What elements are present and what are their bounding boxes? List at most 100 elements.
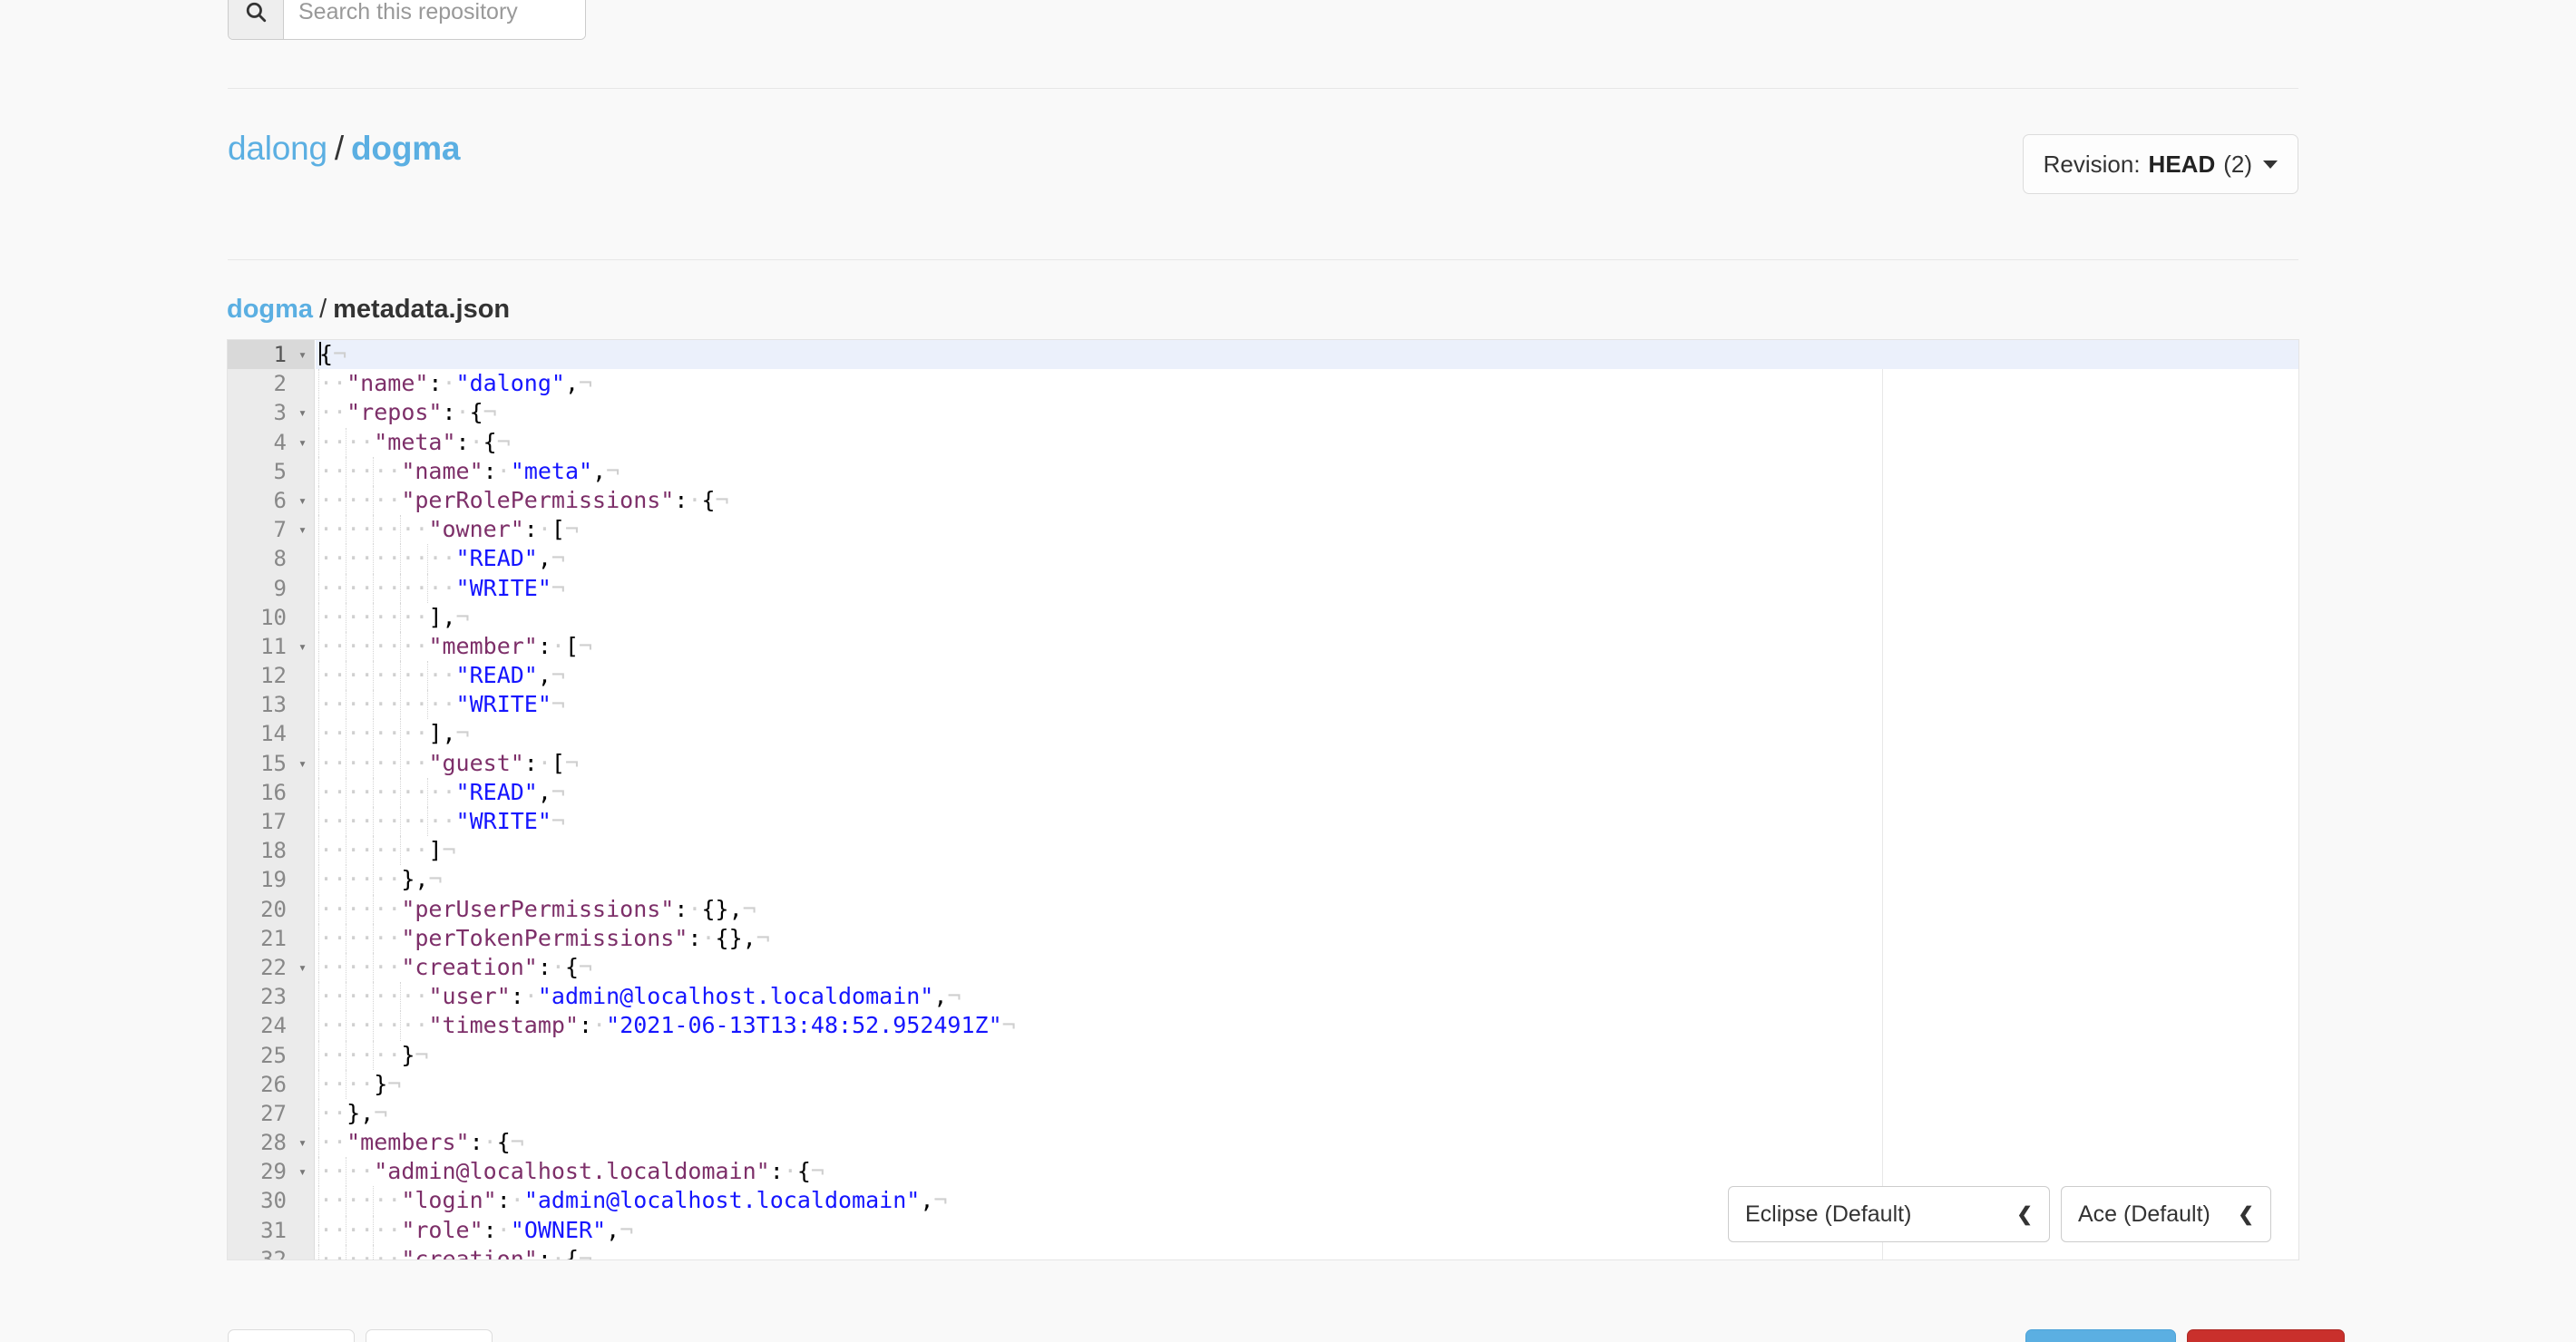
footer-right-buttons	[2025, 1329, 2345, 1342]
gutter-line-number[interactable]: 18	[228, 836, 314, 865]
gutter-line-number[interactable]: 25	[228, 1041, 314, 1070]
code-line[interactable]: ··········"READ",¬	[316, 661, 2298, 691]
gutter-line-number[interactable]: 9	[228, 574, 314, 603]
fold-toggle-icon[interactable]: ▾	[292, 428, 307, 457]
gutter-line-number[interactable]: 2	[228, 369, 314, 398]
gutter-line-number[interactable]: 29 ▾	[228, 1157, 314, 1186]
gutter-line-number[interactable]: 26	[228, 1070, 314, 1099]
gutter-line-number[interactable]: 6 ▾	[228, 486, 314, 515]
gutter-line-number[interactable]: 7 ▾	[228, 515, 314, 544]
gutter-line-number[interactable]: 17	[228, 807, 314, 836]
code-line[interactable]: ······"creation":·{¬	[316, 1244, 2298, 1259]
search-input[interactable]	[284, 0, 585, 39]
save-button[interactable]	[2025, 1329, 2176, 1342]
revision-value: HEAD	[2148, 150, 2216, 178]
code-line[interactable]: ··"repos":·{¬	[316, 398, 2298, 428]
repository-search[interactable]	[228, 0, 586, 40]
footer-button-1[interactable]	[228, 1329, 355, 1342]
code-line[interactable]: ····"meta":·{¬	[316, 427, 2298, 457]
gutter-line-number[interactable]: 14	[228, 719, 314, 748]
code-editor[interactable]: 1 ▾ 2 3 ▾ 4 ▾ 5 6 ▾ 7 ▾ 8 9 10 11 ▾ 12 13 14 15 ▾ 16 17 18 19 20 21…	[227, 339, 2299, 1260]
footer-button-2[interactable]	[366, 1329, 493, 1342]
gutter-line-number[interactable]: 15 ▾	[228, 749, 314, 778]
code-line[interactable]: ········"timestamp":·"2021-06-13T13:48:5…	[316, 1011, 2298, 1041]
fold-toggle-icon[interactable]: ▾	[292, 515, 307, 544]
fold-toggle-icon[interactable]: ▾	[292, 632, 307, 661]
chevron-down-icon: ❮	[2016, 1203, 2033, 1225]
revision-dropdown-button[interactable]: Revision: HEAD (2)	[2022, 134, 2298, 194]
gutter-line-number[interactable]: 21	[228, 924, 314, 953]
gutter-line-number[interactable]: 12	[228, 661, 314, 690]
gutter-line-number[interactable]: 16	[228, 778, 314, 807]
gutter-line-number[interactable]: 11 ▾	[228, 632, 314, 661]
gutter-line-number[interactable]: 10	[228, 603, 314, 632]
file-breadcrumb-separator: /	[319, 295, 327, 324]
search-icon[interactable]	[229, 0, 284, 39]
fold-toggle-icon[interactable]: ▾	[292, 398, 307, 427]
gutter-line-number[interactable]: 13	[228, 690, 314, 719]
code-line[interactable]: ··"members":·{¬	[316, 1128, 2298, 1158]
editor-gutter[interactable]: 1 ▾ 2 3 ▾ 4 ▾ 5 6 ▾ 7 ▾ 8 9 10 11 ▾ 12 13 14 15 ▾ 16 17 18 19 20 21…	[228, 340, 315, 1259]
gutter-line-number[interactable]: 19	[228, 865, 314, 894]
gutter-line-number[interactable]: 22 ▾	[228, 953, 314, 982]
delete-button[interactable]	[2187, 1329, 2345, 1342]
gutter-line-number[interactable]: 1 ▾	[228, 340, 314, 370]
gutter-line-number[interactable]: 30	[228, 1186, 314, 1215]
code-line[interactable]: ······"perRolePermissions":·{¬	[316, 485, 2298, 516]
code-line[interactable]: ······"creation":·{¬	[316, 952, 2298, 983]
gutter-line-number[interactable]: 27	[228, 1099, 314, 1128]
code-line[interactable]: ······}¬	[316, 1040, 2298, 1070]
breadcrumb-repo-link[interactable]: dogma	[351, 130, 460, 167]
fold-toggle-icon[interactable]: ▾	[292, 340, 307, 369]
code-line[interactable]: ······},¬	[316, 865, 2298, 895]
code-line[interactable]: ··········"WRITE"¬	[316, 807, 2298, 837]
code-line[interactable]: ········],¬	[316, 602, 2298, 632]
fold-toggle-icon[interactable]: ▾	[292, 1157, 307, 1186]
fold-toggle-icon[interactable]: ▾	[292, 486, 307, 515]
code-line[interactable]: ······"name":·"meta",¬	[316, 456, 2298, 486]
chevron-down-icon	[2263, 160, 2278, 169]
fold-toggle-icon[interactable]: ▾	[292, 953, 307, 982]
editor-engine-select[interactable]: Ace (Default) ❮	[2061, 1186, 2271, 1242]
file-breadcrumb-dir-link[interactable]: dogma	[227, 295, 313, 324]
code-line[interactable]: ··········"READ",¬	[316, 777, 2298, 808]
gutter-line-number[interactable]: 3 ▾	[228, 398, 314, 427]
editor-engine-select-value: Ace (Default)	[2078, 1201, 2210, 1227]
gutter-line-number[interactable]: 8	[228, 544, 314, 573]
code-line[interactable]: ··········"WRITE"¬	[316, 573, 2298, 603]
code-line[interactable]: ········"owner":·[¬	[316, 515, 2298, 545]
gutter-line-number[interactable]: 28 ▾	[228, 1128, 314, 1157]
code-line[interactable]: ········]¬	[316, 836, 2298, 866]
code-line[interactable]: ······"perTokenPermissions":·{},¬	[316, 923, 2298, 953]
fold-toggle-icon[interactable]: ▾	[292, 749, 307, 778]
gutter-line-number[interactable]: 23	[228, 982, 314, 1011]
code-line[interactable]: ··········"READ",¬	[316, 544, 2298, 574]
code-line[interactable]: ······"perUserPermissions":·{},¬	[316, 894, 2298, 924]
code-line[interactable]: ········],¬	[316, 719, 2298, 749]
code-line[interactable]: {¬	[316, 340, 2298, 370]
theme-select[interactable]: Eclipse (Default) ❮	[1728, 1186, 2050, 1242]
code-line[interactable]: ····"admin@localhost.localdomain":·{¬	[316, 1157, 2298, 1187]
code-line[interactable]: ····}¬	[316, 1069, 2298, 1099]
gutter-line-number[interactable]: 20	[228, 895, 314, 924]
revision-count: (2)	[2223, 150, 2252, 178]
code-line[interactable]: ········"member":·[¬	[316, 631, 2298, 662]
code-line[interactable]: ··},¬	[316, 1098, 2298, 1129]
file-breadcrumb: dogma / metadata.json	[227, 295, 510, 325]
page-root: dalong/dogma Revision: HEAD (2) dogma/me…	[0, 0, 2576, 1342]
gutter-line-number[interactable]: 4 ▾	[228, 428, 314, 457]
editor-code-area[interactable]: {¬ ··"name":·"dalong",¬ ··"repos":·{¬ ····"…	[316, 340, 2298, 1259]
file-breadcrumb-filename: metadata.json	[333, 295, 511, 324]
revision-label: Revision:	[2043, 150, 2141, 178]
gutter-line-number[interactable]: 5	[228, 457, 314, 486]
breadcrumb-owner-link[interactable]: dalong	[228, 130, 327, 167]
code-line[interactable]: ········"user":·"admin@localhost.localdo…	[316, 982, 2298, 1012]
code-line[interactable]: ··········"WRITE"¬	[316, 690, 2298, 720]
gutter-line-number[interactable]: 24	[228, 1011, 314, 1040]
section-divider	[228, 259, 2298, 260]
fold-toggle-icon[interactable]: ▾	[292, 1128, 307, 1157]
gutter-line-number[interactable]: 31	[228, 1216, 314, 1245]
code-line[interactable]: ··"name":·"dalong",¬	[316, 369, 2298, 399]
code-line[interactable]: ········"guest":·[¬	[316, 748, 2298, 778]
gutter-line-number[interactable]: 32	[228, 1245, 314, 1259]
